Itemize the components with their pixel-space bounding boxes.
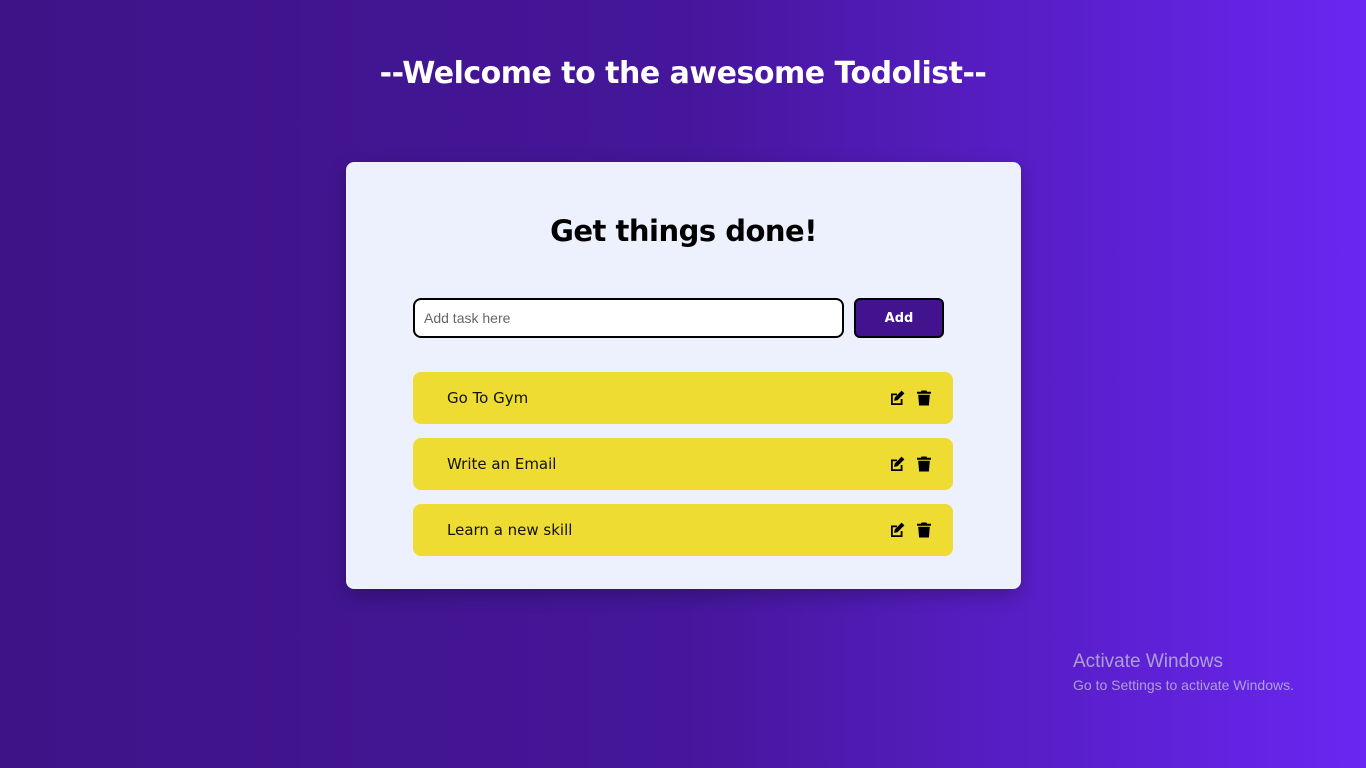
card-title: Get things done! xyxy=(550,214,817,248)
page-title: --Welcome to the awesome Todolist-- xyxy=(379,56,987,91)
todo-card: Get things done! Add Go To Gym Write an … xyxy=(346,162,1021,589)
task-item: Learn a new skill xyxy=(413,504,953,556)
task-label: Learn a new skill xyxy=(447,521,573,539)
trash-icon[interactable] xyxy=(915,389,933,407)
trash-icon[interactable] xyxy=(915,455,933,473)
task-label: Go To Gym xyxy=(447,389,529,407)
task-actions xyxy=(888,389,933,407)
task-list: Go To Gym Write an Email Learn a new ski… xyxy=(413,372,953,570)
task-item: Go To Gym xyxy=(413,372,953,424)
task-label: Write an Email xyxy=(447,455,557,473)
edit-icon[interactable] xyxy=(888,455,906,473)
activate-windows-watermark: Activate Windows Go to Settings to activ… xyxy=(1073,650,1294,696)
edit-icon[interactable] xyxy=(888,521,906,539)
trash-icon[interactable] xyxy=(915,521,933,539)
watermark-subtitle: Go to Settings to activate Windows. xyxy=(1073,677,1294,693)
add-button[interactable]: Add xyxy=(854,298,944,338)
task-actions xyxy=(888,521,933,539)
watermark-title: Activate Windows xyxy=(1073,651,1223,672)
task-actions xyxy=(888,455,933,473)
task-input[interactable] xyxy=(413,298,844,338)
edit-icon[interactable] xyxy=(888,389,906,407)
task-item: Write an Email xyxy=(413,438,953,490)
